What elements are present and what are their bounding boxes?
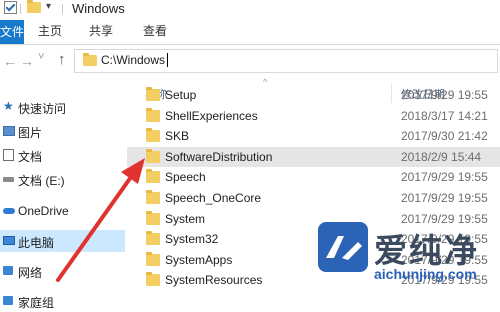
properties-checkbox-icon[interactable] bbox=[4, 1, 17, 14]
this-pc-icon bbox=[3, 236, 15, 245]
nav-item-network[interactable]: 网络 bbox=[0, 260, 125, 282]
table-row[interactable]: SKB 2017/9/30 21:42 bbox=[127, 126, 500, 146]
row-name: ShellExperiences bbox=[165, 108, 258, 123]
nav-item-label: 此电脑 bbox=[18, 236, 55, 250]
watermark-logo-icon bbox=[318, 222, 368, 272]
row-date: 2017/9/29 19:55 bbox=[401, 191, 488, 205]
document-icon bbox=[3, 149, 14, 161]
table-row[interactable]: Setup 2017/9/29 19:55 bbox=[127, 85, 500, 105]
row-date: 2017/9/29 19:55 bbox=[401, 170, 488, 185]
folder-icon bbox=[146, 272, 160, 287]
folder-icon bbox=[83, 53, 97, 66]
quick-access-toolbar-dropdown[interactable]: ▾ bbox=[46, 1, 51, 12]
nav-item-quick-access[interactable]: ★ 快速访问 bbox=[0, 96, 125, 118]
nav-item-label: 快速访问 bbox=[18, 102, 67, 116]
nav-item-label: 文档 (E:) bbox=[18, 174, 65, 188]
title-separator bbox=[20, 4, 21, 14]
star-icon: ★ bbox=[3, 99, 14, 113]
navigation-pane: ★ 快速访问 图片 文档 文档 (E:) OneDrive 此电脑 网络 家庭组 bbox=[0, 77, 125, 310]
table-row[interactable]: SoftwareDistribution 2018/2/9 15:44 bbox=[127, 146, 500, 167]
nav-item-label: 文档 bbox=[18, 150, 43, 164]
table-row[interactable]: Speech_OneCore 2017/9/29 19:55 bbox=[127, 188, 500, 208]
folder-icon bbox=[146, 251, 160, 266]
table-row[interactable]: Speech 2017/9/29 19:55 bbox=[127, 167, 500, 187]
recent-locations-chevron-icon[interactable]: ˅ bbox=[38, 51, 44, 63]
watermark: 爱纯净 aichunjing.com bbox=[318, 222, 500, 301]
row-name: SystemResources bbox=[165, 273, 263, 288]
back-button[interactable]: ← bbox=[3, 53, 17, 69]
row-date: 2017/9/30 21:42 bbox=[401, 129, 488, 144]
nav-item-label: 图片 bbox=[18, 126, 43, 140]
navigation-bar: ← → ˅ ↑ C:\Windows bbox=[0, 45, 500, 77]
row-date: 2017/9/29 19:55 bbox=[401, 88, 488, 102]
table-row[interactable]: ShellExperiences 2018/3/17 14:21 bbox=[127, 106, 500, 126]
folder-icon bbox=[146, 128, 160, 143]
ribbon-tabs: 文件 主页 共享 查看 bbox=[0, 18, 500, 45]
row-name: Speech_OneCore bbox=[165, 191, 262, 205]
row-name: Speech bbox=[165, 170, 206, 185]
watermark-text: 爱纯净 bbox=[374, 231, 479, 270]
row-name: SoftwareDistribution bbox=[165, 149, 273, 164]
folder-icon bbox=[146, 190, 160, 204]
title-separator bbox=[62, 4, 63, 14]
drive-icon bbox=[3, 177, 14, 182]
window-title: Windows bbox=[72, 1, 125, 16]
row-date: 2018/3/17 14:21 bbox=[401, 108, 488, 123]
pictures-icon bbox=[3, 126, 15, 136]
row-name: SKB bbox=[165, 129, 190, 144]
folder-icon bbox=[146, 148, 160, 163]
title-bar: ▾ Windows bbox=[0, 0, 500, 18]
cloud-icon bbox=[3, 208, 15, 214]
folder-icon bbox=[146, 231, 160, 246]
tab-file[interactable]: 文件 bbox=[0, 20, 24, 44]
network-icon bbox=[3, 266, 13, 275]
row-name: System32 bbox=[165, 232, 219, 247]
nav-item-documents[interactable]: 文档 bbox=[0, 144, 125, 166]
watermark-url: aichunjing.com bbox=[374, 266, 477, 282]
nav-item-label: 网络 bbox=[18, 266, 43, 280]
address-field[interactable]: C:\Windows bbox=[74, 49, 498, 73]
row-name: System bbox=[165, 211, 206, 226]
tab-home[interactable]: 主页 bbox=[38, 22, 62, 39]
up-button[interactable]: ↑ bbox=[58, 51, 66, 68]
nav-item-homegroup[interactable]: 家庭组 bbox=[0, 290, 125, 312]
forward-button[interactable]: → bbox=[20, 53, 34, 69]
nav-item-label: OneDrive bbox=[18, 204, 69, 218]
nav-item-this-pc[interactable]: 此电脑 bbox=[0, 230, 125, 252]
nav-item-pictures[interactable]: 图片 bbox=[0, 120, 125, 142]
nav-item-label: 家庭组 bbox=[18, 296, 55, 310]
row-date: 2018/2/9 15:44 bbox=[401, 149, 482, 164]
folder-icon bbox=[146, 169, 160, 184]
nav-item-drive-e[interactable]: 文档 (E:) bbox=[0, 168, 125, 190]
folder-icon bbox=[146, 87, 160, 101]
folder-icon bbox=[146, 210, 160, 225]
tab-view[interactable]: 查看 bbox=[143, 22, 167, 39]
row-name: SystemApps bbox=[165, 252, 233, 267]
tab-share[interactable]: 共享 bbox=[89, 22, 113, 39]
folder-icon bbox=[146, 107, 160, 122]
row-name: Setup bbox=[165, 88, 197, 102]
address-path[interactable]: C:\Windows bbox=[101, 53, 169, 67]
nav-item-onedrive[interactable]: OneDrive bbox=[0, 200, 125, 222]
new-folder-icon[interactable] bbox=[27, 0, 41, 13]
